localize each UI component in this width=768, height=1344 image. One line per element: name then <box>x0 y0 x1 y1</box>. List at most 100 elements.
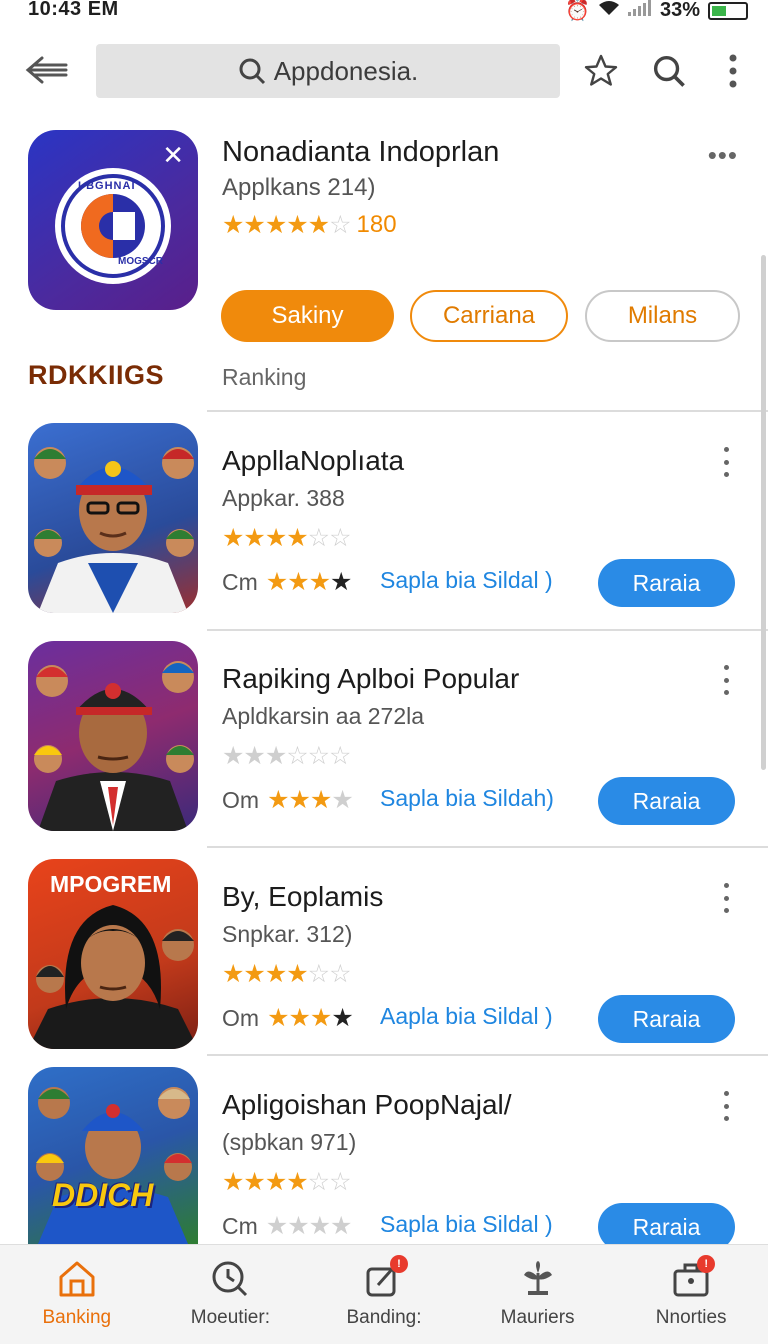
app-name[interactable]: AppllaNoplıata <box>222 445 404 477</box>
list-item[interactable]: Rapiking Aplboi Popular Apldkarsin aa 27… <box>0 641 768 841</box>
notification-badge: ! <box>389 1255 408 1273</box>
install-button[interactable]: Raraia <box>598 559 735 607</box>
star-rating-icon: ★★★★☆☆ <box>222 960 351 988</box>
app-name[interactable]: By, Eoplamis <box>222 881 383 913</box>
app-thumbnail[interactable]: DDICH <box>28 1067 198 1244</box>
search-input[interactable]: Appdonesia. <box>96 44 560 98</box>
section-subtitle: Ranking <box>222 364 307 390</box>
briefcase-icon: ! <box>669 1255 716 1301</box>
star-rating-icon: ★★★★★☆ <box>222 211 352 239</box>
status-time: 10:43 EM <box>28 0 119 20</box>
app-subtitle: Appkar. 388 <box>222 485 345 511</box>
filter-button-tertiary[interactable]: Milans <box>585 290 740 342</box>
list-item[interactable]: DDICH Apligoishan PoopNajal/ (spbkan 971… <box>0 1067 768 1267</box>
back-button[interactable] <box>22 50 70 90</box>
app-name[interactable]: Rapiking Aplboi Popular <box>222 663 519 695</box>
more-vertical-icon[interactable] <box>718 665 734 695</box>
more-vertical-icon <box>729 54 737 88</box>
star-rating-icon: ★★★★ <box>267 1004 354 1032</box>
nav-label: Mauriers <box>500 1307 575 1328</box>
status-bar: 10:43 EM ⏰ 33% <box>0 0 768 22</box>
search-icon <box>239 58 265 85</box>
featured-rating-count: 180 <box>356 211 397 238</box>
filter-button-secondary[interactable]: Carriana <box>410 290 568 342</box>
nav-item-banking[interactable]: Banking <box>0 1245 154 1344</box>
app-meta: Om ★★★★ <box>222 785 354 815</box>
top-bar: Appdonesia. <box>0 40 768 102</box>
featured-icon-text-bottom: MOGSCR <box>118 256 163 267</box>
star-rating-icon: ★★★★ <box>265 1212 353 1240</box>
star-rating-icon: ★★★☆☆☆ <box>222 742 351 770</box>
app-meta: Cm ★★★★ <box>222 567 353 597</box>
nav-item-moeutier[interactable]: Moeutier: <box>154 1245 308 1344</box>
notification-badge: ! <box>697 1255 716 1273</box>
section-title: RDKKIIGS <box>28 360 165 390</box>
wifi-icon <box>598 0 620 22</box>
overflow-menu-button[interactable] <box>712 50 754 92</box>
app-thumbnail[interactable] <box>28 423 198 613</box>
star-outline-icon <box>584 54 618 86</box>
status-icons: ⏰ 33% <box>565 0 748 23</box>
featured-app-title[interactable]: Nonadianta Indoprlan <box>222 136 499 169</box>
person-illustration-icon <box>36 1087 192 1244</box>
more-vertical-icon[interactable] <box>718 1091 734 1121</box>
person-illustration-icon <box>34 447 194 613</box>
nav-label: Banking <box>42 1307 112 1328</box>
star-rating-icon: ★★★★☆☆ <box>222 524 351 552</box>
install-button[interactable]: Raraia <box>598 995 735 1043</box>
favorite-button[interactable] <box>580 50 622 92</box>
search-button[interactable] <box>648 50 690 92</box>
app-subtitle: Apldkarsin aa 272la <box>222 703 425 729</box>
app-meta-label: Om <box>222 786 260 813</box>
person-illustration-icon <box>34 661 194 831</box>
divider <box>207 1054 768 1056</box>
star-rating-icon: ★★★★ <box>267 786 354 814</box>
app-link[interactable]: Sapla bia Sildal ) <box>380 567 553 594</box>
list-item[interactable]: MPOGREM By, Eoplamis Snpkar. 312) ★★★★☆☆… <box>0 859 768 1059</box>
app-subtitle: Snpkar. 312) <box>222 921 353 947</box>
bottom-navigation: Banking Moeutier: ! Banding: Mauriers ! … <box>0 1244 768 1344</box>
nav-item-mauriers[interactable]: Mauriers <box>461 1245 615 1344</box>
app-link[interactable]: Sapla bia Sildah) <box>380 785 554 812</box>
featured-app-subtitle: Applkans 214) <box>222 174 376 201</box>
battery-icon <box>708 1 748 20</box>
plant-icon <box>516 1257 560 1301</box>
star-rating-icon: ★★★★ <box>265 568 353 596</box>
divider <box>207 410 768 412</box>
app-thumbnail[interactable]: MPOGREM <box>28 859 198 1049</box>
app-link[interactable]: Aapla bia Sildal ) <box>380 1003 553 1030</box>
nav-item-banding[interactable]: ! Banding: <box>307 1245 461 1344</box>
divider <box>207 629 768 631</box>
app-meta-label: Om <box>222 1004 260 1031</box>
app-name[interactable]: Apligoishan PoopNajal/ <box>222 1089 512 1121</box>
app-meta-label: Cm <box>222 568 258 595</box>
search-text: Appdonesia. <box>273 55 419 86</box>
back-arrow-icon <box>25 56 68 84</box>
edit-icon: ! <box>362 1255 408 1301</box>
more-vertical-icon[interactable] <box>718 883 734 913</box>
signal-icon <box>627 0 652 22</box>
battery-percent: 33% <box>659 0 700 21</box>
app-subtitle: (spbkan 971) <box>222 1129 357 1155</box>
scrollbar[interactable] <box>761 255 766 770</box>
app-link[interactable]: Sapla bia Sildal ) <box>380 1211 553 1238</box>
alarm-icon: ⏰ <box>565 0 590 22</box>
app-thumbnail-label: DDICH <box>52 1177 154 1213</box>
app-logo-icon <box>55 168 171 284</box>
nav-item-nnorties[interactable]: ! Nnorties <box>614 1245 768 1344</box>
more-vertical-icon[interactable] <box>718 447 734 477</box>
more-horizontal-icon[interactable]: ••• <box>708 140 738 171</box>
list-item[interactable]: AppllaNoplıata Appkar. 388 ★★★★☆☆ Cm ★★★… <box>0 423 768 623</box>
home-icon <box>55 1257 99 1301</box>
install-button[interactable]: Raraia <box>598 777 735 825</box>
filter-button-primary[interactable]: Sakiny <box>221 290 394 342</box>
star-rating-icon: ★★★★☆☆ <box>222 1168 351 1196</box>
clock-search-icon <box>208 1257 252 1301</box>
app-meta-label: Cm <box>222 1212 258 1239</box>
app-thumbnail[interactable] <box>28 641 198 831</box>
search-icon <box>653 55 685 87</box>
nav-label: Moeutier: <box>190 1307 270 1328</box>
nav-label: Nnorties <box>655 1307 727 1328</box>
featured-app-icon[interactable]: ✕ I BGHNAI MOGSCR <box>28 130 198 310</box>
app-thumbnail-label: MPOGREM <box>50 871 172 897</box>
